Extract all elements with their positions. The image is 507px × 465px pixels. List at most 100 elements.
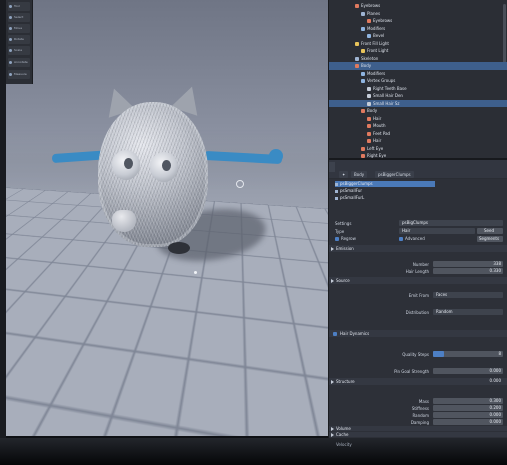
outliner-row[interactable]: Small Hair Den xyxy=(329,92,507,100)
outliner-row[interactable]: Body xyxy=(329,107,507,115)
outliner-row[interactable]: Eyebrows xyxy=(329,2,507,10)
outliner-row[interactable]: Feet Pad xyxy=(329,130,507,138)
object-type-icon xyxy=(361,11,365,16)
quality-steps-value: 8 xyxy=(498,351,501,356)
outliner-row-label: Front Light xyxy=(367,48,389,53)
outliner-row-label: Eyebrows xyxy=(373,18,393,23)
particle-slot[interactable]: psSmallFurL xyxy=(335,195,435,201)
outliner-row[interactable]: Planes xyxy=(329,10,507,18)
start-label: Start xyxy=(284,431,293,435)
particle-slot[interactable]: psBiggerClumps xyxy=(335,181,435,187)
object-type-icon xyxy=(367,34,371,38)
source-section-header[interactable]: Source xyxy=(329,277,507,284)
outliner-row[interactable]: Hair xyxy=(329,137,507,145)
object-type-icon xyxy=(367,124,371,128)
pin-goal-label: Pin Goal Strength xyxy=(394,369,429,374)
section-title: Cache xyxy=(336,432,349,437)
end-label: End xyxy=(306,431,313,435)
tool-button[interactable]: Rotate xyxy=(8,35,30,44)
particle-slot-icon xyxy=(335,182,338,186)
properties-header: ✦ Body psBiggerClumps xyxy=(329,160,507,178)
object-type-icon xyxy=(355,64,359,68)
settings-datablock-field[interactable]: psBigClumps xyxy=(399,220,503,226)
segments-field[interactable]: Segments xyxy=(477,236,503,242)
tool-button[interactable]: Tool xyxy=(8,2,30,11)
seed-field[interactable]: Seed xyxy=(477,228,503,234)
3d-viewport[interactable]: Tool Select Move Rotate Scale Annotate M… xyxy=(6,0,328,436)
tool-button[interactable]: Scale xyxy=(8,46,30,55)
outliner-row[interactable]: Left Eye xyxy=(329,145,507,153)
particle-slot[interactable]: psSmallFur xyxy=(335,188,435,194)
tool-button[interactable]: Measure xyxy=(8,70,30,79)
furry-monster-model[interactable] xyxy=(98,82,213,254)
outliner-row[interactable]: Front Fill Light xyxy=(329,40,507,48)
monster-eye-left xyxy=(112,150,140,180)
outliner-row-label: Front Fill Light xyxy=(361,40,389,46)
start-frame-field[interactable]: 1 xyxy=(296,430,298,436)
breadcrumb-particle-system[interactable]: psBiggerClumps xyxy=(375,171,414,178)
stiffness-field[interactable]: 0.200 xyxy=(433,405,503,411)
outliner-row[interactable]: Vertex Groups xyxy=(329,77,507,85)
breadcrumb-object[interactable]: Body xyxy=(351,171,368,178)
volume-section-header[interactable]: Volume xyxy=(329,426,507,431)
mass-field[interactable]: 0.300 xyxy=(433,398,503,404)
quality-steps-slider[interactable]: 8 xyxy=(433,351,503,357)
particle-slot-icon xyxy=(335,196,338,200)
object-type-icon xyxy=(355,41,359,46)
type-dropdown[interactable]: Hair xyxy=(399,228,475,234)
outliner-row[interactable]: Mouth xyxy=(329,122,507,130)
view-menu[interactable]: View xyxy=(246,430,254,436)
hair-dynamics-section-header[interactable]: Hair Dynamics xyxy=(329,330,507,337)
outliner-row[interactable]: Eyebrows xyxy=(329,17,507,25)
render-tab-icon[interactable] xyxy=(329,162,335,172)
emission-section-header[interactable]: Emission xyxy=(329,245,507,252)
cache-section-header[interactable]: Cache xyxy=(329,432,507,437)
outliner-row[interactable]: Skeleton xyxy=(329,55,507,63)
monster-foot xyxy=(168,242,190,254)
light-gizmo-icon[interactable] xyxy=(236,180,244,188)
object-type-icon xyxy=(361,26,365,31)
tool-button[interactable]: Select xyxy=(8,13,30,22)
damping-field[interactable]: 0.000 xyxy=(433,419,503,425)
outliner-row[interactable]: Hair xyxy=(329,115,507,123)
outliner-row[interactable]: Front Light xyxy=(329,47,507,55)
outliner-row[interactable]: Right Teeth Base xyxy=(329,85,507,93)
end-frame-field[interactable]: 250 xyxy=(316,430,323,436)
outliner-row-label: Small Hair Den xyxy=(373,93,403,98)
velocity-section-header[interactable]: Velocity xyxy=(336,442,352,447)
regrow-checkbox[interactable] xyxy=(335,237,339,241)
outliner-row[interactable]: Body xyxy=(329,62,507,70)
pin-goal-field[interactable]: 0.000 xyxy=(433,368,503,374)
section-title: Hair Dynamics xyxy=(340,331,370,336)
outliner-row[interactable]: Modifiers xyxy=(329,25,507,33)
expand-triangle-icon xyxy=(331,279,334,283)
tool-label: Rotate xyxy=(14,37,24,41)
skeleton-hand-right[interactable] xyxy=(269,149,283,163)
outliner-row-label: Feet Pad xyxy=(373,130,391,136)
type-label: Type xyxy=(335,229,345,234)
quality-steps-label: Quality Steps xyxy=(402,352,429,357)
outliner-row-label: Body xyxy=(367,108,378,113)
emit-from-dropdown[interactable]: Faces xyxy=(433,292,503,298)
object-type-icon xyxy=(361,79,365,83)
monster-eye-right xyxy=(150,152,178,182)
tool-button[interactable]: Annotate xyxy=(8,58,30,67)
distribution-dropdown[interactable]: Random xyxy=(433,309,503,315)
object-type-icon xyxy=(361,49,365,53)
tool-label: Annotate xyxy=(14,60,28,64)
outliner-row[interactable]: Modifiers xyxy=(329,70,507,78)
object-type-icon xyxy=(355,56,359,61)
hair-dynamics-checkbox[interactable] xyxy=(333,331,337,336)
tool-button[interactable]: Move xyxy=(8,24,30,33)
advanced-checkbox[interactable] xyxy=(399,237,403,241)
random-field[interactable]: 0.000 xyxy=(433,412,503,418)
outliner-row[interactable]: Bevel xyxy=(329,32,507,40)
outliner-row-label: Small Hair Sz xyxy=(373,100,400,106)
outliner-row[interactable]: Small Hair Sz xyxy=(329,99,507,107)
outliner: Eyebrows Planes Eyebrows Modifiers Bevel Fron… xyxy=(329,0,507,158)
rotate-icon xyxy=(9,38,12,41)
hair-length-field[interactable]: 0.330 xyxy=(433,268,503,274)
number-field[interactable]: 338 xyxy=(433,261,503,267)
outliner-row-label: Modifiers xyxy=(367,25,386,31)
particles-icon[interactable]: ✦ xyxy=(339,171,349,178)
